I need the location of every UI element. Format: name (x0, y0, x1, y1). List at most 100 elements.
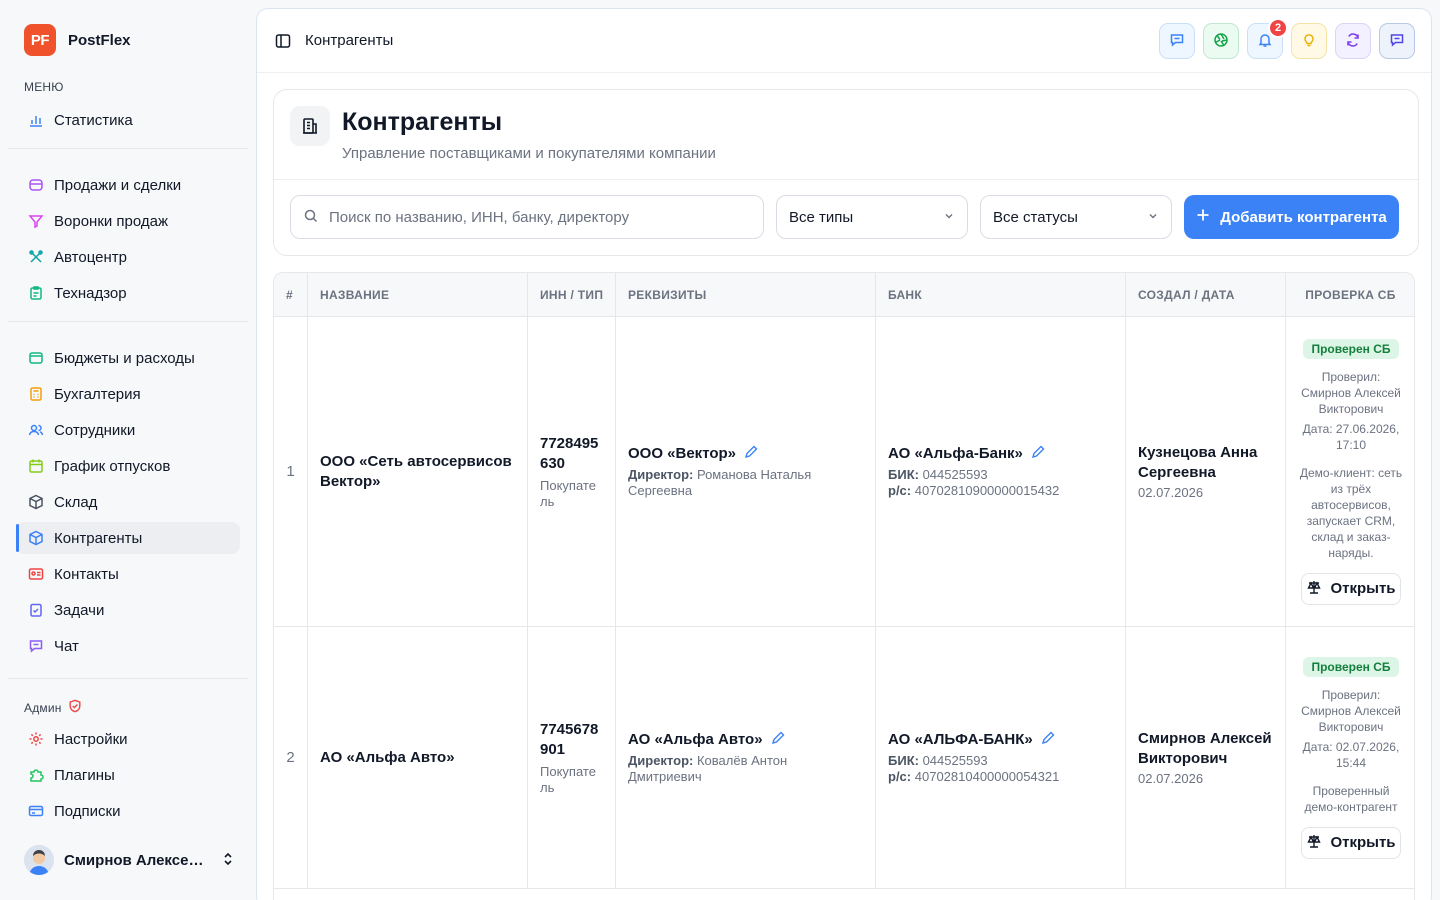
director-line: Директор: Романова Наталья Сергеевна (628, 467, 863, 499)
account-value: 40702810900000015432 (914, 482, 1060, 498)
sb-check-cell: Проверен СБ Проверил: Смирнов Алексей Ви… (1286, 317, 1414, 626)
funnel-icon (28, 213, 44, 229)
sidebar-item-tasks[interactable]: Задачи (16, 594, 240, 626)
chevron-up-down-icon (222, 851, 234, 870)
user-menu[interactable]: Смирнов Алексей ... (24, 844, 240, 876)
account-label: р/с: (888, 768, 912, 784)
shield-icon (68, 699, 82, 716)
sidebar-item-budgets[interactable]: Бюджеты и расходы (16, 342, 240, 374)
sb-check-cell: Проверен СБ Проверил: Смирнов Алексей Ви… (1286, 627, 1414, 888)
sidebar-item-label: Контрагенты (54, 529, 143, 547)
inn-cell: 7728495630 Покупатель (528, 317, 616, 626)
type-value: Покупатель (540, 477, 596, 509)
pencil-icon[interactable] (1041, 731, 1055, 749)
account-value: 40702810400000054321 (914, 768, 1060, 784)
sidebar-item-employees[interactable]: Сотрудники (16, 414, 240, 446)
menu-caption: МЕНЮ (24, 80, 64, 94)
sidebar-item-vacations[interactable]: График отпусков (16, 450, 240, 482)
creator-name: Смирнов Алексей Викторович (1138, 729, 1272, 767)
search-input[interactable] (329, 208, 729, 226)
creator-cell: Смирнов Алексей Викторович 02.07.2026 (1126, 627, 1286, 888)
sidebar-item-contacts[interactable]: Контакты (16, 558, 240, 590)
sidebar-item-label: Статистика (54, 111, 133, 129)
chat-icon (28, 638, 44, 654)
pencil-icon[interactable] (1031, 445, 1045, 463)
sidebar-divider (8, 148, 248, 149)
column-header-creator[interactable]: СОЗДАЛ / ДАТА (1126, 273, 1286, 317)
cart-icon (28, 177, 44, 193)
bik-label: БИК: (888, 466, 919, 482)
chat-button[interactable] (1379, 23, 1415, 59)
status-filter-select[interactable]: Все статусы (980, 195, 1172, 239)
user-name: Смирнов Алексей ... (64, 851, 212, 869)
sb-checked-by: Проверил: Смирнов Алексей Викторович (1301, 687, 1401, 734)
sidebar-toggle-icon[interactable] (275, 33, 291, 49)
account-line: р/с: 40702810400000054321 (888, 769, 1113, 785)
feedback-button[interactable] (1159, 23, 1195, 59)
table-row[interactable]: 1 ООО «Сеть автосервисов Вектор» 7728495… (274, 317, 1414, 627)
notifications-button[interactable]: 2 (1247, 18, 1288, 59)
sidebar-item-counterparties[interactable]: Контрагенты (16, 522, 240, 554)
column-header-name[interactable]: НАЗВАНИЕ (308, 273, 528, 317)
add-counterparty-button[interactable]: Добавить контрагента (1184, 195, 1399, 239)
sidebar-item-funnels[interactable]: Воронки продаж (16, 205, 240, 237)
column-header-bank[interactable]: БАНК (876, 273, 1126, 317)
account-line: р/с: 40702810900000015432 (888, 483, 1113, 499)
column-header-requisites[interactable]: РЕКВИЗИТЫ (616, 273, 876, 317)
pencil-icon[interactable] (744, 445, 758, 463)
requisites-cell: ООО «Вектор» Директор: Романова Наталья … (616, 317, 876, 626)
open-button[interactable]: Открыть (1301, 826, 1401, 859)
sidebar-item-sales[interactable]: Продажи и сделки (16, 169, 240, 201)
sidebar-item-warehouse[interactable]: Склад (16, 486, 240, 518)
sidebar-item-label: Бюджеты и расходы (54, 349, 195, 367)
brand[interactable]: PF PostFlex (24, 24, 131, 56)
sidebar-item-label: Автоцентр (54, 248, 127, 266)
credit-card-icon (28, 803, 44, 819)
aperture-icon (1213, 32, 1229, 51)
status-badge: Проверен СБ (1303, 338, 1399, 359)
sidebar: PF PostFlex МЕНЮ Статистика Продажи и сд… (0, 0, 256, 900)
sidebar-item-settings[interactable]: Настройки (16, 723, 240, 755)
column-header-inn[interactable]: ИНН / ТИП (528, 273, 616, 317)
column-header-sb-check[interactable]: ПРОВЕРКА СБ (1286, 273, 1414, 317)
table-row[interactable]: 2 АО «Альфа Авто» 7745678901 Покупатель … (274, 627, 1414, 889)
director-label: Директор: (628, 466, 694, 482)
sidebar-item-label: Сотрудники (54, 421, 136, 439)
brand-logo: PF (24, 24, 56, 56)
box-icon (28, 494, 44, 510)
sidebar-item-subscriptions[interactable]: Подписки (16, 795, 240, 827)
wallet-icon (28, 350, 44, 366)
sidebar-item-technadzor[interactable]: Технадзор (16, 277, 240, 309)
sidebar-item-autocenter[interactable]: Автоцентр (16, 241, 240, 273)
table-header: # НАЗВАНИЕ ИНН / ТИП РЕКВИЗИТЫ БАНК СОЗД… (274, 273, 1414, 317)
counterparty-name[interactable]: АО «Альфа Авто» (320, 748, 515, 768)
bank-name: АО «Альфа-Банк» (888, 445, 1023, 462)
sidebar-divider (8, 678, 248, 679)
sidebar-item-label: Бухгалтерия (54, 385, 141, 403)
type-filter-select[interactable]: Все типы (776, 195, 968, 239)
creator-cell: Кузнецова Анна Сергеевна 02.07.2026 (1126, 317, 1286, 626)
open-button[interactable]: Открыть (1301, 572, 1401, 605)
gear-icon (28, 731, 44, 747)
sidebar-item-label: Продажи и сделки (54, 176, 182, 194)
sidebar-item-statistics[interactable]: Статистика (16, 104, 240, 136)
counterparty-name[interactable]: ООО «Сеть автосервисов Вектор» (320, 452, 515, 492)
column-header-number[interactable]: # (274, 273, 308, 317)
sync-button[interactable] (1335, 23, 1371, 59)
pencil-icon[interactable] (771, 731, 785, 749)
main-panel: Контрагенты 2 Контрагенты Управление пос… (256, 8, 1432, 900)
tips-button[interactable] (1291, 23, 1327, 59)
sidebar-item-plugins[interactable]: Плагины (16, 759, 240, 791)
sidebar-item-chat[interactable]: Чат (16, 630, 240, 662)
sidebar-item-label: Контакты (54, 565, 119, 583)
sidebar-item-label: Плагины (54, 766, 115, 784)
search-box (290, 195, 764, 239)
sb-note: Проверенный демо-контрагент (1304, 783, 1398, 814)
integrations-button[interactable] (1203, 23, 1239, 59)
created-date: 02.07.2026 (1138, 770, 1204, 786)
bank-cell: АО «АЛЬФА-БАНК» БИК: 044525593 р/с: 4070… (876, 627, 1126, 888)
sidebar-item-accounting[interactable]: Бухгалтерия (16, 378, 240, 410)
contact-card-icon (28, 566, 44, 582)
breadcrumb: Контрагенты (305, 32, 394, 49)
created-date: 02.07.2026 (1138, 484, 1204, 500)
